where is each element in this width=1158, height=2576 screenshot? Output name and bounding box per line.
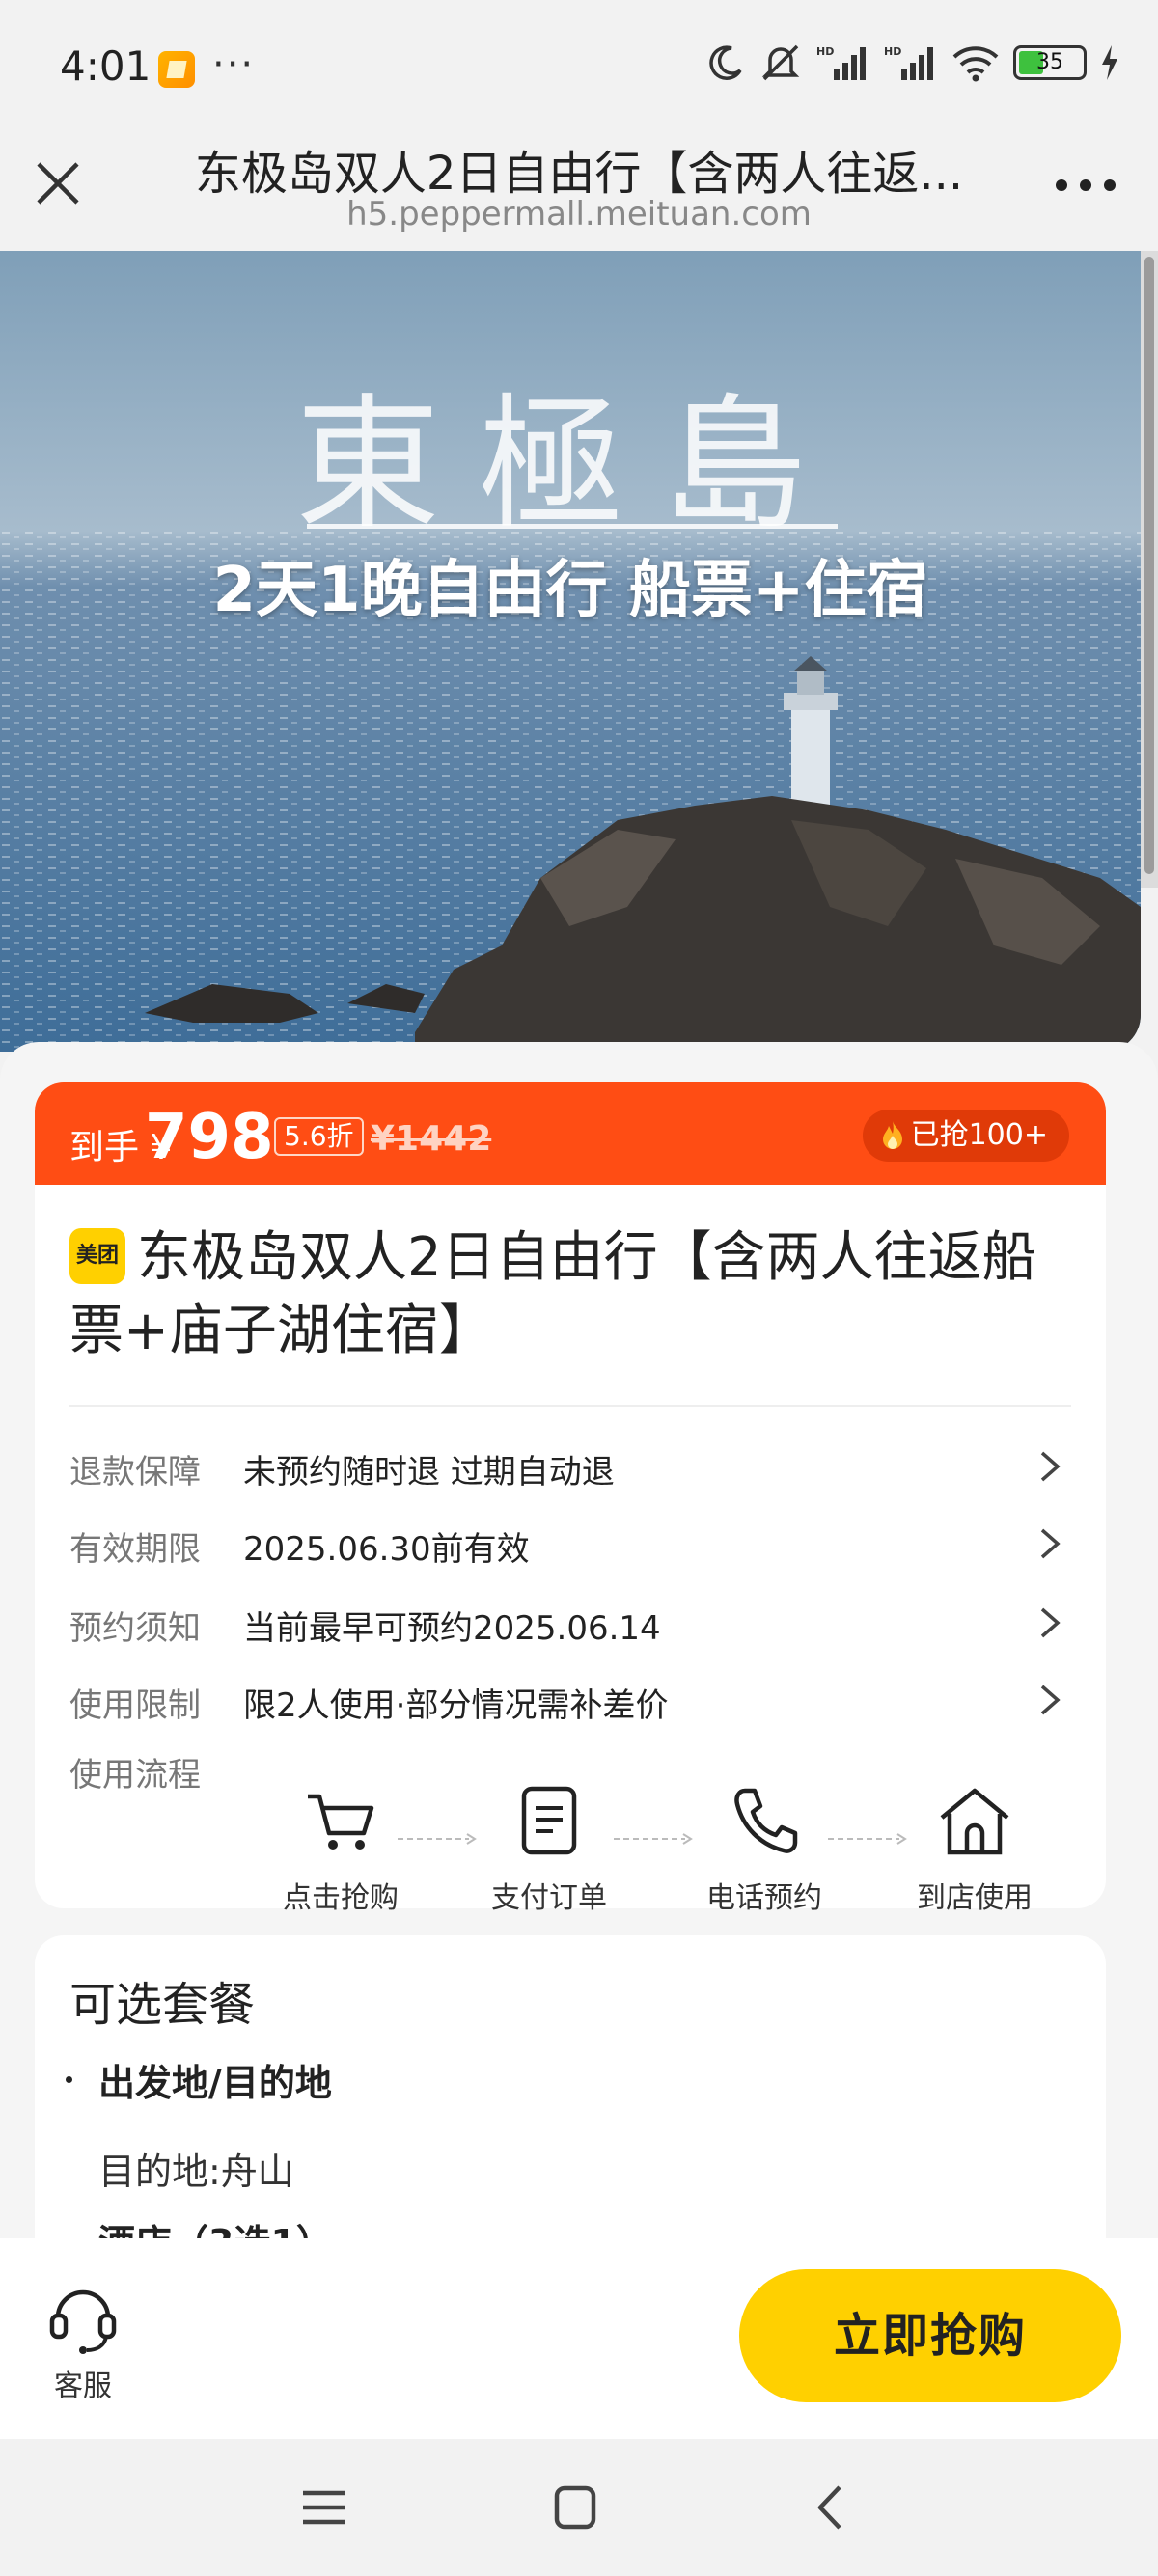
notes-app-icon (158, 51, 195, 88)
store-icon (940, 1788, 1009, 1855)
sold-count-text: 已抢100+ (910, 1118, 1048, 1152)
info-value: 当前最早可预约2025.06.14 (243, 1609, 661, 1648)
info-row-validity[interactable]: 有效期限 2025.06.30前有效 (69, 1515, 1073, 1573)
more-options-button[interactable] (1052, 164, 1119, 203)
top-nav: 东极岛双人2日自由行【含两人往返... h5.peppermall.meitua… (0, 135, 1158, 251)
discount-tag: 5.6折 (274, 1117, 364, 1156)
flow-step-call: 电话预约 (677, 1783, 851, 1916)
chevron-right-icon (1040, 1451, 1061, 1482)
scrollbar-thumb[interactable] (1144, 257, 1154, 874)
flow-step-label: 支付订单 (491, 1881, 607, 1915)
headset-icon (49, 2289, 117, 2354)
info-value: 2025.06.30前有效 (243, 1530, 530, 1569)
price-banner: 到手 ¥ 798 5.6折 ¥1442 已抢100+ (35, 1082, 1106, 1189)
package-title: 可选套餐 (69, 1978, 256, 2032)
battery-level: 35 (1036, 50, 1063, 74)
flow-label: 使用流程 (69, 1756, 201, 1795)
divider (69, 1405, 1071, 1407)
mute-icon (761, 44, 800, 81)
bullet-dot (66, 2076, 72, 2083)
menu-icon[interactable] (295, 2483, 353, 2532)
signal-icon-2: HD (884, 45, 933, 80)
info-label: 退款保障 (69, 1453, 201, 1492)
hero-subtitle: 2天1晚自由行 船票+住宿 (212, 555, 928, 626)
original-price: ¥1442 (371, 1119, 492, 1159)
customer-service-button[interactable]: 客服 (35, 2279, 131, 2404)
status-icons: HD HD 35 (706, 42, 1119, 83)
battery-icon: 35 (1013, 45, 1087, 80)
info-row-restriction[interactable]: 使用限制 限2人使用·部分情况需补差价 (69, 1671, 1073, 1729)
chevron-right-icon (1040, 1607, 1061, 1638)
product-name: 东极岛双人2日自由行【含两人往返船票+庙子湖住宿】 (69, 1226, 1036, 1362)
info-value: 限2人使用·部分情况需补差价 (243, 1686, 669, 1725)
flow-step-label: 点击抢购 (283, 1881, 399, 1915)
flow-step-pay: 支付订单 (462, 1783, 636, 1916)
moon-icon (709, 45, 742, 80)
charging-icon (1102, 45, 1117, 80)
flow-step-label: 到店使用 (917, 1881, 1033, 1915)
info-label: 预约须知 (69, 1609, 201, 1648)
home-icon[interactable] (546, 2483, 604, 2532)
flow-step-purchase: 点击抢购 (254, 1783, 427, 1916)
buy-now-button[interactable]: 立即抢购 (739, 2269, 1121, 2402)
status-time: 4:01 (60, 42, 152, 90)
package-section-heading: 出发地/目的地 (98, 2062, 332, 2104)
flow-step-visit: 到店使用 (888, 1783, 1062, 1916)
hero-image[interactable]: 東極島 2天1晚自由行 船票+住宿 (0, 251, 1141, 1052)
info-label: 使用限制 (69, 1686, 201, 1725)
signal-icon-1: HD (816, 45, 866, 80)
info-value: 未预约随时退 过期自动退 (243, 1453, 615, 1492)
sold-count-badge: 已抢100+ (862, 1110, 1069, 1162)
chevron-right-icon (1040, 1685, 1061, 1715)
system-nav-bar (0, 2439, 1158, 2576)
info-row-booking[interactable]: 预约须知 当前最早可预约2025.06.14 (69, 1594, 1073, 1652)
price-value: 798 (145, 1102, 274, 1173)
hero-divider (307, 524, 838, 529)
svg-text:HD: HD (884, 45, 901, 58)
page-title: 东极岛双人2日自由行【含两人往返... (194, 147, 964, 201)
phone-icon (734, 1788, 798, 1853)
notification-more: ··· (212, 42, 256, 87)
close-icon[interactable] (29, 154, 87, 212)
info-label: 有效期限 (69, 1530, 201, 1569)
bottom-action-bar: 客服 立即抢购 (0, 2238, 1158, 2439)
scrollbar[interactable] (1141, 251, 1158, 888)
order-icon (521, 1786, 577, 1855)
flow-step-label: 电话预约 (706, 1881, 822, 1915)
customer-service-label: 客服 (54, 2370, 112, 2403)
fire-icon (882, 1121, 902, 1149)
chevron-right-icon (1040, 1528, 1061, 1559)
package-card: 可选套餐 出发地/目的地 目的地:舟山 酒店（3选1） (35, 1935, 1106, 2244)
wifi-icon (952, 46, 999, 82)
svg-text:HD: HD (816, 45, 834, 58)
info-row-refund[interactable]: 退款保障 未预约随时退 过期自动退 (69, 1438, 1073, 1495)
back-icon[interactable] (801, 2483, 859, 2532)
status-bar: 4:01 ··· HD HD 35 (0, 0, 1158, 135)
info-card: 美团 东极岛双人2日自由行【含两人往返船票+庙子湖住宿】 退款保障 未预约随时退… (35, 1185, 1106, 1915)
cart-icon (308, 1794, 374, 1850)
package-destination: 目的地:舟山 (98, 2151, 294, 2193)
page-url: h5.peppermall.meituan.com (346, 195, 812, 233)
